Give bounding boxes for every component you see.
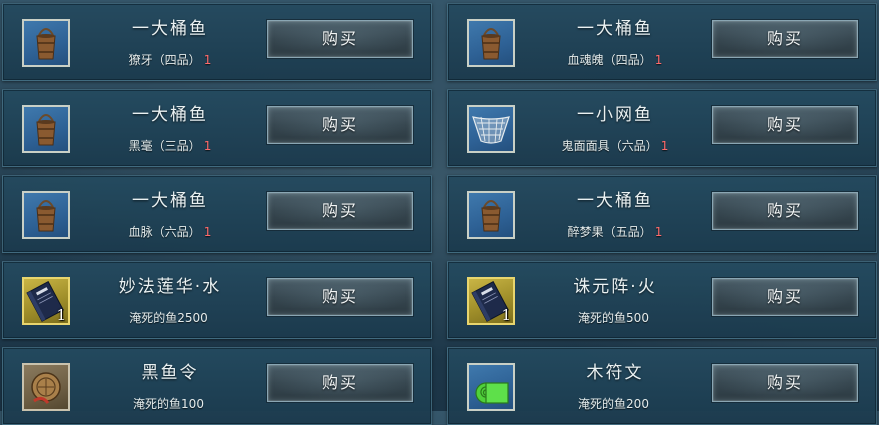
cost-name: 淹死的鱼200 — [578, 397, 649, 411]
shop-item-card: 木符文 淹死的鱼200 购买 — [447, 347, 877, 425]
cost-count: 1 — [203, 139, 212, 153]
cost-count: 1 — [654, 53, 663, 67]
item-name: 一大桶鱼 — [132, 19, 208, 39]
bucket-icon — [467, 19, 515, 67]
item-name: 一大桶鱼 — [132, 105, 208, 125]
buy-button[interactable]: 购买 — [711, 277, 859, 317]
shop-item-card: 一大桶鱼 醉梦果（五品） 1 购买 — [447, 175, 877, 253]
shop-item-card: 一大桶鱼 血脉（六品） 1 购买 — [2, 175, 432, 253]
shop-item-card: 1 妙法莲华·水 淹死的鱼2500 购买 — [2, 261, 432, 339]
item-name: 诛元阵·火 — [573, 277, 657, 297]
cost-count: 1 — [654, 225, 663, 239]
buy-button[interactable]: 购买 — [711, 363, 859, 403]
shop-grid: 一大桶鱼 獠牙（四品） 1 购买 一大桶鱼 血魂魄（四品） 1 购买 一大桶鱼 黑毫… — [0, 0, 879, 425]
shop-item-card: 一大桶鱼 黑毫（三品） 1 购买 — [2, 89, 432, 167]
buy-button[interactable]: 购买 — [266, 277, 414, 317]
cost-count: 1 — [203, 53, 212, 67]
cost-count: 1 — [203, 225, 212, 239]
item-name: 一大桶鱼 — [577, 19, 653, 39]
cost-name: 醉梦果（五品） — [567, 225, 652, 239]
cost-name: 鬼面面具（六品） — [561, 139, 658, 153]
cost-name: 血脉（六品） — [128, 225, 201, 239]
item-cost: 血脉（六品） 1 — [75, 223, 265, 240]
buy-button[interactable]: 购买 — [711, 191, 859, 231]
item-cost: 淹死的鱼2500 — [75, 309, 265, 326]
bucket-icon — [22, 105, 70, 153]
item-cost: 淹死的鱼100 — [75, 395, 265, 412]
book-icon: 1 — [467, 277, 515, 325]
item-name: 黑鱼令 — [141, 363, 199, 383]
item-name: 一小网鱼 — [577, 105, 653, 125]
shop-item-card: 一大桶鱼 血魂魄（四品） 1 购买 — [447, 3, 877, 81]
buy-button[interactable]: 购买 — [711, 19, 859, 59]
shop-item-card: 一大桶鱼 獠牙（四品） 1 购买 — [2, 3, 432, 81]
cost-name: 淹死的鱼2500 — [129, 311, 208, 325]
buy-button[interactable]: 购买 — [266, 363, 414, 403]
bucket-icon — [467, 191, 515, 239]
item-cost: 鬼面面具（六品） 1 — [520, 137, 710, 154]
shop-item-card: 1 诛元阵·火 淹死的鱼500 购买 — [447, 261, 877, 339]
item-quantity: 1 — [56, 306, 66, 324]
cost-name: 血魂魄（四品） — [567, 53, 652, 67]
bronze-token-icon — [22, 363, 70, 411]
cost-name: 淹死的鱼100 — [133, 397, 204, 411]
buy-button[interactable]: 购买 — [266, 191, 414, 231]
fishing-net-icon — [467, 105, 515, 153]
cost-count: 1 — [660, 139, 669, 153]
item-cost: 淹死的鱼200 — [520, 395, 710, 412]
item-name: 一大桶鱼 — [132, 191, 208, 211]
item-cost: 黑毫（三品） 1 — [75, 137, 265, 154]
shop-item-card: 一小网鱼 鬼面面具（六品） 1 购买 — [447, 89, 877, 167]
bucket-icon — [22, 19, 70, 67]
bucket-icon — [22, 191, 70, 239]
item-cost: 淹死的鱼500 — [520, 309, 710, 326]
shop-item-card: 黑鱼令 淹死的鱼100 购买 — [2, 347, 432, 425]
cost-name: 淹死的鱼500 — [578, 311, 649, 325]
cost-name: 獠牙（四品） — [128, 53, 201, 67]
buy-button[interactable]: 购买 — [266, 105, 414, 145]
item-cost: 醉梦果（五品） 1 — [520, 223, 710, 240]
book-icon: 1 — [22, 277, 70, 325]
item-name: 木符文 — [586, 363, 644, 383]
cost-name: 黑毫（三品） — [128, 139, 201, 153]
item-cost: 獠牙（四品） 1 — [75, 51, 265, 68]
green-scroll-icon — [467, 363, 515, 411]
item-cost: 血魂魄（四品） 1 — [520, 51, 710, 68]
item-name: 妙法莲华·水 — [118, 277, 222, 297]
buy-button[interactable]: 购买 — [711, 105, 859, 145]
item-quantity: 1 — [501, 306, 511, 324]
item-name: 一大桶鱼 — [577, 191, 653, 211]
buy-button[interactable]: 购买 — [266, 19, 414, 59]
